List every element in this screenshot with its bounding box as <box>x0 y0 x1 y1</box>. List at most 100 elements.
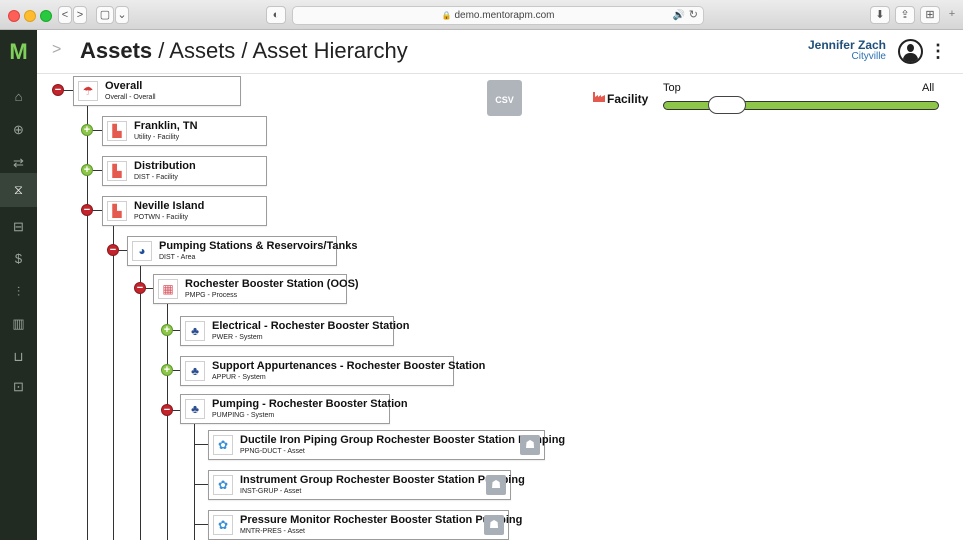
collapse-toggle-rochester-booster[interactable]: − <box>134 282 146 294</box>
level-top-label: Top <box>663 82 681 94</box>
chevron-right-icon[interactable]: > <box>52 41 61 59</box>
umbrella-icon: ☂ <box>78 81 98 101</box>
download-icon[interactable]: ⬇ <box>870 6 890 24</box>
csv-export-button[interactable]: CSV <box>487 80 522 116</box>
transfer-icon: ⇄ <box>13 155 24 170</box>
asset-action-icon[interactable]: ☗ <box>484 515 504 535</box>
chevron-down-icon[interactable]: ⌄ <box>115 6 129 24</box>
page-title: Assets / Assets / Asset Hierarchy <box>80 38 408 64</box>
sidebar-item-finance[interactable]: $ <box>0 244 37 274</box>
tree-node[interactable]: ▙ Distribution DIST - Facility <box>102 156 267 186</box>
asset-action-icon[interactable]: ☗ <box>520 435 540 455</box>
tabs-overview-icon[interactable]: ⊞ <box>920 6 940 24</box>
close-window-button[interactable] <box>8 10 20 22</box>
factory-icon: ▙ <box>107 201 127 221</box>
tree-node[interactable]: ▦ Rochester Booster Station (OOS) PMPG -… <box>153 274 359 304</box>
node-code: PUMPING - System <box>212 412 275 419</box>
tree-node[interactable]: ✿ Ductile Iron Piping Group Rochester Bo… <box>208 430 565 460</box>
node-code: DIST - Area <box>159 254 196 261</box>
asset-action-icon[interactable]: ☗ <box>486 475 506 495</box>
factory-icon: ▙ <box>107 121 127 141</box>
archive-icon: ⊡ <box>13 379 24 394</box>
share-icon[interactable]: ⇪ <box>895 6 915 24</box>
process-icon: ▦ <box>158 279 178 299</box>
breadcrumb-assets-root[interactable]: Assets <box>80 38 152 63</box>
tree-node[interactable]: ▙ Franklin, TN Utility - Facility <box>102 116 267 146</box>
sidebar-item-analytics[interactable]: ⫶ <box>0 277 37 307</box>
node-code: MNTR-PRES - Asset <box>240 528 305 535</box>
node-name: Electrical - Rochester Booster Station <box>212 320 410 332</box>
node-code: PMPG - Process <box>185 292 238 299</box>
app-logo[interactable]: M <box>0 30 37 74</box>
tree-node[interactable]: ♣ Electrical - Rochester Booster Station… <box>180 316 409 346</box>
tree-node[interactable]: ◕ Pumping Stations & Reservoirs/Tanks DI… <box>127 236 357 266</box>
sidebar-item-globe[interactable]: ⊕ <box>0 115 37 145</box>
tree-node[interactable]: ✿ Pressure Monitor Rochester Booster Sta… <box>208 510 522 540</box>
collapse-toggle-pumping-system[interactable]: − <box>161 404 173 416</box>
more-menu-icon[interactable]: ⋮ <box>929 41 947 62</box>
node-name: Overall <box>105 80 143 92</box>
factory-icon: ▙ <box>107 161 127 181</box>
url-text: demo.mentorapm.com <box>454 10 555 21</box>
node-name: Ductile Iron Piping Group Rochester Boos… <box>240 434 566 446</box>
hierarchy-icon: ⧖ <box>13 182 24 197</box>
collapse-toggle-pumping-stations[interactable]: − <box>107 244 119 256</box>
sidebar-item-archive[interactable]: ⊡ <box>0 372 37 402</box>
breadcrumb-assets[interactable]: Assets <box>169 38 235 63</box>
node-name: Pumping - Rochester Booster Station <box>212 398 408 410</box>
breadcrumb-current: Asset Hierarchy <box>252 38 408 63</box>
facility-filter-label[interactable]: Facility <box>607 92 648 106</box>
back-button[interactable]: < <box>58 6 72 24</box>
collapse-toggle-neville-island[interactable]: − <box>81 204 93 216</box>
report-icon: ▥ <box>12 316 25 331</box>
node-code: POTWN - Facility <box>134 214 189 221</box>
address-bar[interactable]: 🔒 demo.mentorapm.com 🔊 ↻ <box>292 6 704 25</box>
node-code: Overall - Overall <box>105 94 156 101</box>
speaker-icon[interactable]: 🔊 <box>673 7 685 24</box>
node-code: APPUR - System <box>212 374 266 381</box>
tree-node[interactable]: ♣ Support Appurtenances - Rochester Boos… <box>180 356 485 386</box>
browser-toolbar: < > ▢ ⌄ ◐ 🔒 demo.mentorapm.com 🔊 ↻ ⬇ ⇪ ⊞ … <box>0 0 963 30</box>
dollar-icon: $ <box>14 251 23 266</box>
privacy-shield-icon[interactable]: ◐ <box>266 6 286 24</box>
expand-toggle-electrical[interactable]: + <box>161 324 173 336</box>
tree-node[interactable]: ▙ Neville Island POTWN - Facility <box>102 196 267 226</box>
avatar[interactable] <box>898 39 923 64</box>
sidebar-item-work[interactable]: ⊟ <box>0 212 37 242</box>
collapse-toggle-overall[interactable]: − <box>52 84 64 96</box>
level-slider-handle[interactable] <box>708 96 746 114</box>
sidebar-item-charts[interactable]: ⊔ <box>0 342 37 372</box>
sidebar-toggle-button[interactable]: ▢ <box>96 6 114 24</box>
system-icon: ♣ <box>185 361 205 381</box>
sidebar: ⌂ ⊕ ⇄ ⧖ ⊟ $ ⫶ ▥ ⊔ ⊡ <box>0 74 37 540</box>
zoom-window-button[interactable] <box>40 10 52 22</box>
tree-node[interactable]: ✿ Instrument Group Rochester Booster Sta… <box>208 470 525 500</box>
expand-toggle-distribution[interactable]: + <box>81 164 93 176</box>
node-name: Franklin, TN <box>134 120 198 132</box>
node-name: Pressure Monitor Rochester Booster Stati… <box>240 514 523 526</box>
tree-node[interactable]: ♣ Pumping - Rochester Booster Station PU… <box>180 394 408 424</box>
forward-button[interactable]: > <box>73 6 87 24</box>
sidebar-item-reports[interactable]: ▥ <box>0 309 37 339</box>
new-tab-button[interactable]: + <box>944 6 960 24</box>
user-name: Jennifer Zach <box>807 38 886 52</box>
tree-connector <box>113 210 114 540</box>
user-city: Cityville <box>851 51 886 62</box>
node-name: Neville Island <box>134 200 205 212</box>
expand-toggle-support-appurtenances[interactable]: + <box>161 364 173 376</box>
minimize-window-button[interactable] <box>24 10 36 22</box>
system-icon: ♣ <box>185 321 205 341</box>
app-header: M > Assets / Assets / Asset Hierarchy Je… <box>0 30 963 74</box>
reload-icon[interactable]: ↻ <box>689 7 698 24</box>
sidebar-item-home[interactable]: ⌂ <box>0 82 37 112</box>
tree-node[interactable]: ☂ Overall Overall - Overall <box>73 76 241 106</box>
expand-toggle-franklin[interactable]: + <box>81 124 93 136</box>
asset-icon: ✿ <box>213 435 233 455</box>
level-slider-track[interactable] <box>663 101 939 110</box>
node-name: Pumping Stations & Reservoirs/Tanks <box>159 240 358 252</box>
user-info[interactable]: Jennifer Zach Cityville <box>808 39 886 63</box>
system-icon: ♣ <box>185 399 205 419</box>
sidebar-item-assets[interactable]: ⧖ <box>0 173 37 207</box>
briefcase-icon: ⊟ <box>13 219 24 234</box>
node-code: INST-GRUP - Asset <box>240 488 302 495</box>
